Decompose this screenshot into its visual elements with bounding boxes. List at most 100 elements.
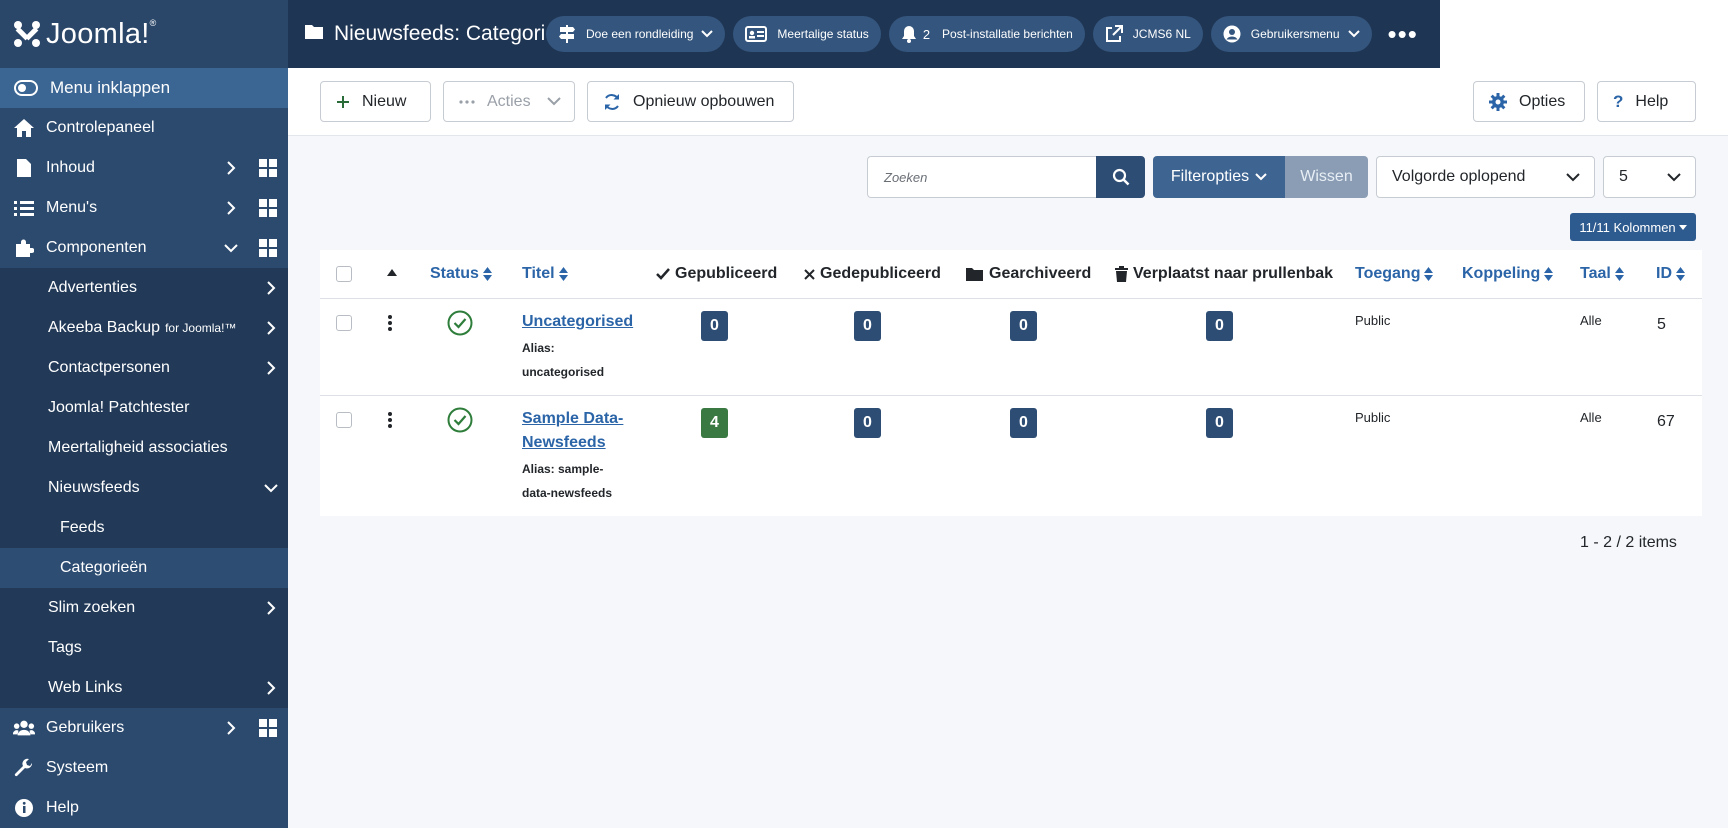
published-count-badge[interactable]: 4 (701, 408, 728, 438)
access-value: Public (1355, 313, 1391, 328)
column-header-access[interactable]: Toegang (1355, 250, 1434, 298)
chevron-down-icon[interactable] (264, 481, 278, 495)
toggle-icon (14, 80, 38, 96)
dashboard-icon[interactable] (259, 719, 277, 737)
search-button[interactable] (1096, 156, 1145, 198)
user-menu-button[interactable]: Gebruikersmenu (1210, 16, 1372, 52)
pagination-summary: 1 - 2 / 2 items (1580, 534, 1677, 551)
more-icon[interactable]: ••• (1388, 19, 1418, 50)
column-header-language[interactable]: Taal (1580, 250, 1624, 298)
sidebar-item-akeeba[interactable]: Akeeba Backup for Joomla!™ (0, 308, 288, 348)
chevron-right-icon[interactable] (264, 361, 278, 375)
info-icon (13, 797, 35, 819)
published-status-icon[interactable] (447, 407, 473, 433)
row-checkbox[interactable] (336, 412, 352, 428)
sidebar-item-meertaligheid[interactable]: Meertaligheid associaties (0, 428, 288, 468)
notification-count: 2 (922, 26, 931, 42)
chevron-right-icon[interactable] (224, 161, 238, 175)
caret-down-icon (1678, 224, 1687, 230)
category-title-link[interactable]: Uncategorised (522, 310, 633, 334)
sort-icon (1614, 267, 1624, 281)
row-divider (320, 395, 1702, 396)
dashboard-icon[interactable] (259, 239, 277, 257)
id-card-icon (745, 26, 768, 42)
archived-count-badge[interactable]: 0 (1010, 311, 1037, 341)
chevron-down-icon (701, 27, 714, 41)
sidebar-item-help[interactable]: Help (0, 788, 288, 828)
sidebar-item-systeem[interactable]: Systeem (0, 748, 288, 788)
limit-select[interactable]: 5 (1603, 156, 1696, 198)
column-header-association[interactable]: Koppeling (1462, 250, 1554, 298)
joomla-logo[interactable]: Joomla!® (0, 0, 288, 68)
categories-table: Status Titel Gepubliceerd Gedepubliceerd… (320, 250, 1702, 516)
external-link-icon (1105, 25, 1123, 43)
signpost-icon (558, 25, 576, 43)
clear-button[interactable]: Wissen (1285, 156, 1368, 198)
filter-options-button[interactable]: Filteropties (1153, 156, 1285, 198)
unpublished-count-badge[interactable]: 0 (854, 311, 881, 341)
sidebar-item-gebruikers[interactable]: Gebruikers (0, 708, 288, 748)
archived-count-badge[interactable]: 0 (1010, 408, 1037, 438)
sidebar-item-advertenties[interactable]: Advertenties (0, 268, 288, 308)
category-title-link[interactable]: Sample Data- Newsfeeds (522, 407, 623, 455)
joomla-logo-icon (14, 21, 40, 47)
language-value: Alle (1580, 313, 1602, 328)
columns-toggle-button[interactable]: 11/11 Kolommen (1570, 213, 1696, 241)
post-install-messages-button[interactable]: 2 Post-installatie berichten (888, 16, 1085, 52)
actions-button[interactable]: Acties (443, 81, 575, 122)
view-site-button[interactable]: JCMS6 NL (1092, 16, 1203, 52)
chevron-right-icon[interactable] (264, 681, 278, 695)
plus-icon (336, 95, 350, 109)
chevron-down-icon[interactable] (224, 241, 238, 255)
chevron-right-icon[interactable] (264, 601, 278, 615)
guided-tour-button[interactable]: Doe een rondleiding (546, 16, 726, 52)
dashboard-icon[interactable] (259, 199, 277, 217)
sidebar-item-web-links[interactable]: Web Links (0, 668, 288, 708)
chevron-right-icon[interactable] (264, 321, 278, 335)
row-checkbox[interactable] (336, 315, 352, 331)
menu-collapse-toggle[interactable]: Menu inklappen (0, 68, 288, 108)
column-header-id[interactable]: ID (1656, 250, 1685, 298)
options-button[interactable]: Opties (1473, 81, 1585, 122)
trashed-count-badge[interactable]: 0 (1206, 311, 1233, 341)
new-button[interactable]: Nieuw (320, 81, 431, 122)
ordering-select[interactable]: Volgorde oplopend (1376, 156, 1595, 198)
sidebar-item-nieuwsfeeds[interactable]: Nieuwsfeeds (0, 468, 288, 508)
sort-icon (1424, 267, 1434, 281)
published-count-badge[interactable]: 0 (701, 311, 728, 341)
column-header-archived: Gearchiveerd (966, 250, 1091, 298)
sidebar-item-controlepaneel[interactable]: Controlepaneel (0, 108, 288, 148)
unpublished-count-badge[interactable]: 0 (854, 408, 881, 438)
select-all-checkbox[interactable] (336, 266, 352, 282)
column-header-status[interactable]: Status (430, 250, 492, 298)
multilingual-status-button[interactable]: Meertalige status (733, 16, 881, 52)
dashboard-icon[interactable] (259, 159, 277, 177)
rebuild-button[interactable]: Opnieuw opbouwen (587, 81, 794, 122)
ordering-sort-icon[interactable] (387, 269, 397, 276)
help-button[interactable]: ? Help (1597, 81, 1696, 122)
sidebar-item-categorieen[interactable]: Categorieën (0, 548, 288, 588)
folder-icon (966, 268, 983, 281)
sidebar-item-contactpersonen[interactable]: Contactpersonen (0, 348, 288, 388)
sidebar-item-tags[interactable]: Tags (0, 628, 288, 668)
language-value: Alle (1580, 410, 1602, 425)
ellipsis-icon (459, 99, 475, 104)
sidebar-item-slim-zoeken[interactable]: Slim zoeken (0, 588, 288, 628)
sort-icon (482, 267, 492, 281)
chevron-right-icon[interactable] (264, 281, 278, 295)
row-actions-icon[interactable] (388, 314, 392, 332)
row-divider (320, 298, 1702, 299)
chevron-right-icon[interactable] (224, 721, 238, 735)
column-header-unpublished: Gedepubliceerd (804, 250, 941, 298)
sidebar-item-componenten[interactable]: Componenten (0, 228, 288, 268)
chevron-right-icon[interactable] (224, 201, 238, 215)
sidebar-item-menus[interactable]: Menu's (0, 188, 288, 228)
sidebar-item-inhoud[interactable]: Inhoud (0, 148, 288, 188)
row-actions-icon[interactable] (388, 411, 392, 429)
sidebar-item-patchtester[interactable]: Joomla! Patchtester (0, 388, 288, 428)
column-header-title[interactable]: Titel (522, 250, 568, 298)
sidebar-item-feeds[interactable]: Feeds (0, 508, 288, 548)
published-status-icon[interactable] (447, 310, 473, 336)
search-input[interactable]: Zoeken (867, 156, 1096, 198)
trashed-count-badge[interactable]: 0 (1206, 408, 1233, 438)
